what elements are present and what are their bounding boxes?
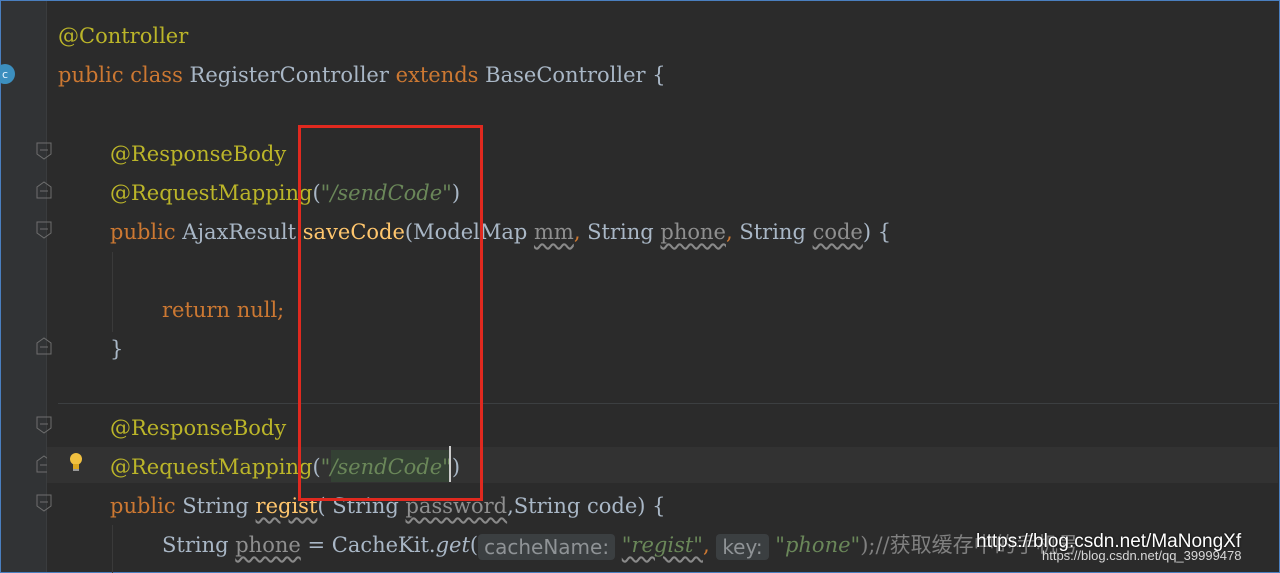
param-mm: mm — [533, 220, 574, 244]
fold-marker-icon[interactable] — [36, 181, 52, 199]
param-hint-key: key: — [716, 533, 769, 560]
code-line-4[interactable]: @ResponseBody — [110, 139, 286, 169]
code-line-2[interactable]: public class RegisterController extends … — [58, 60, 666, 90]
code-line-1[interactable]: @Controller — [58, 21, 188, 51]
fold-marker-icon[interactable] — [36, 337, 52, 355]
params-end: ) { — [862, 220, 892, 244]
code-line-11[interactable]: @ResponseBody — [110, 413, 286, 443]
comma: , — [573, 220, 588, 244]
method-separator — [58, 403, 1278, 404]
annotation-controller: @Controller — [58, 24, 189, 48]
param-phone: phone — [660, 220, 726, 244]
code-line-14[interactable]: String phone = CacheKit.get(cacheName: "… — [162, 530, 1079, 560]
annotation-responsebody: @ResponseBody — [110, 142, 287, 166]
editor-gutter — [1, 1, 47, 572]
class-name: RegisterController — [189, 63, 389, 87]
fold-marker-icon[interactable] — [36, 142, 52, 160]
param-hint-cachename: cacheName: — [478, 533, 616, 560]
return-type: AjaxResult — [182, 220, 297, 244]
keyword-null: null — [236, 298, 278, 322]
keyword-public: public — [110, 494, 176, 518]
var-type: String — [162, 533, 236, 557]
indent-guide — [112, 252, 113, 332]
keyword-public: public — [110, 220, 176, 244]
arg-regist: "regist" — [621, 533, 703, 557]
red-highlight-rectangle — [298, 125, 483, 501]
annotation-requestmapping: @RequestMapping — [110, 455, 313, 479]
var-phone: phone — [235, 533, 301, 557]
paren-open: ( — [469, 533, 479, 557]
spring-bean-gutter-icon[interactable]: c — [0, 62, 16, 86]
arg-phone: "phone" — [775, 533, 861, 557]
keyword-extends: extends — [395, 63, 479, 87]
method-get: get — [435, 533, 470, 557]
code-line-9[interactable]: } — [110, 334, 123, 364]
comma: , — [702, 533, 717, 557]
return-type: String — [182, 494, 249, 518]
base-class-name: BaseController — [485, 63, 646, 87]
comma: , — [725, 220, 740, 244]
keyword-class: class — [130, 63, 183, 87]
fold-marker-icon[interactable] — [36, 416, 52, 434]
watermark-url-small: https://blog.csdn.net/qq_39999478 — [1042, 548, 1242, 563]
keyword-return: return — [162, 298, 230, 322]
brace-open: { — [652, 63, 666, 87]
keyword-public: public — [58, 63, 124, 87]
brace-close: } — [110, 337, 124, 361]
code-line-8[interactable]: return null; — [162, 295, 284, 325]
param-type: String — [587, 220, 661, 244]
indent-guide — [112, 525, 113, 573]
assignment: = CacheKit. — [300, 533, 436, 557]
param-type: String — [739, 220, 813, 244]
annotation-responsebody: @ResponseBody — [110, 416, 287, 440]
param-code: code — [812, 220, 863, 244]
annotation-requestmapping: @RequestMapping — [110, 181, 313, 205]
gutter-separator — [46, 1, 47, 572]
fold-marker-icon[interactable] — [36, 221, 52, 239]
params-rest: ,String code) { — [507, 494, 666, 518]
code-line-6[interactable]: public AjaxResult saveCode(ModelMap mm, … — [110, 217, 891, 247]
svg-text:c: c — [2, 68, 8, 81]
fold-marker-icon[interactable] — [36, 494, 52, 512]
lightbulb-icon[interactable] — [66, 451, 86, 473]
semicolon: ; — [277, 298, 285, 322]
